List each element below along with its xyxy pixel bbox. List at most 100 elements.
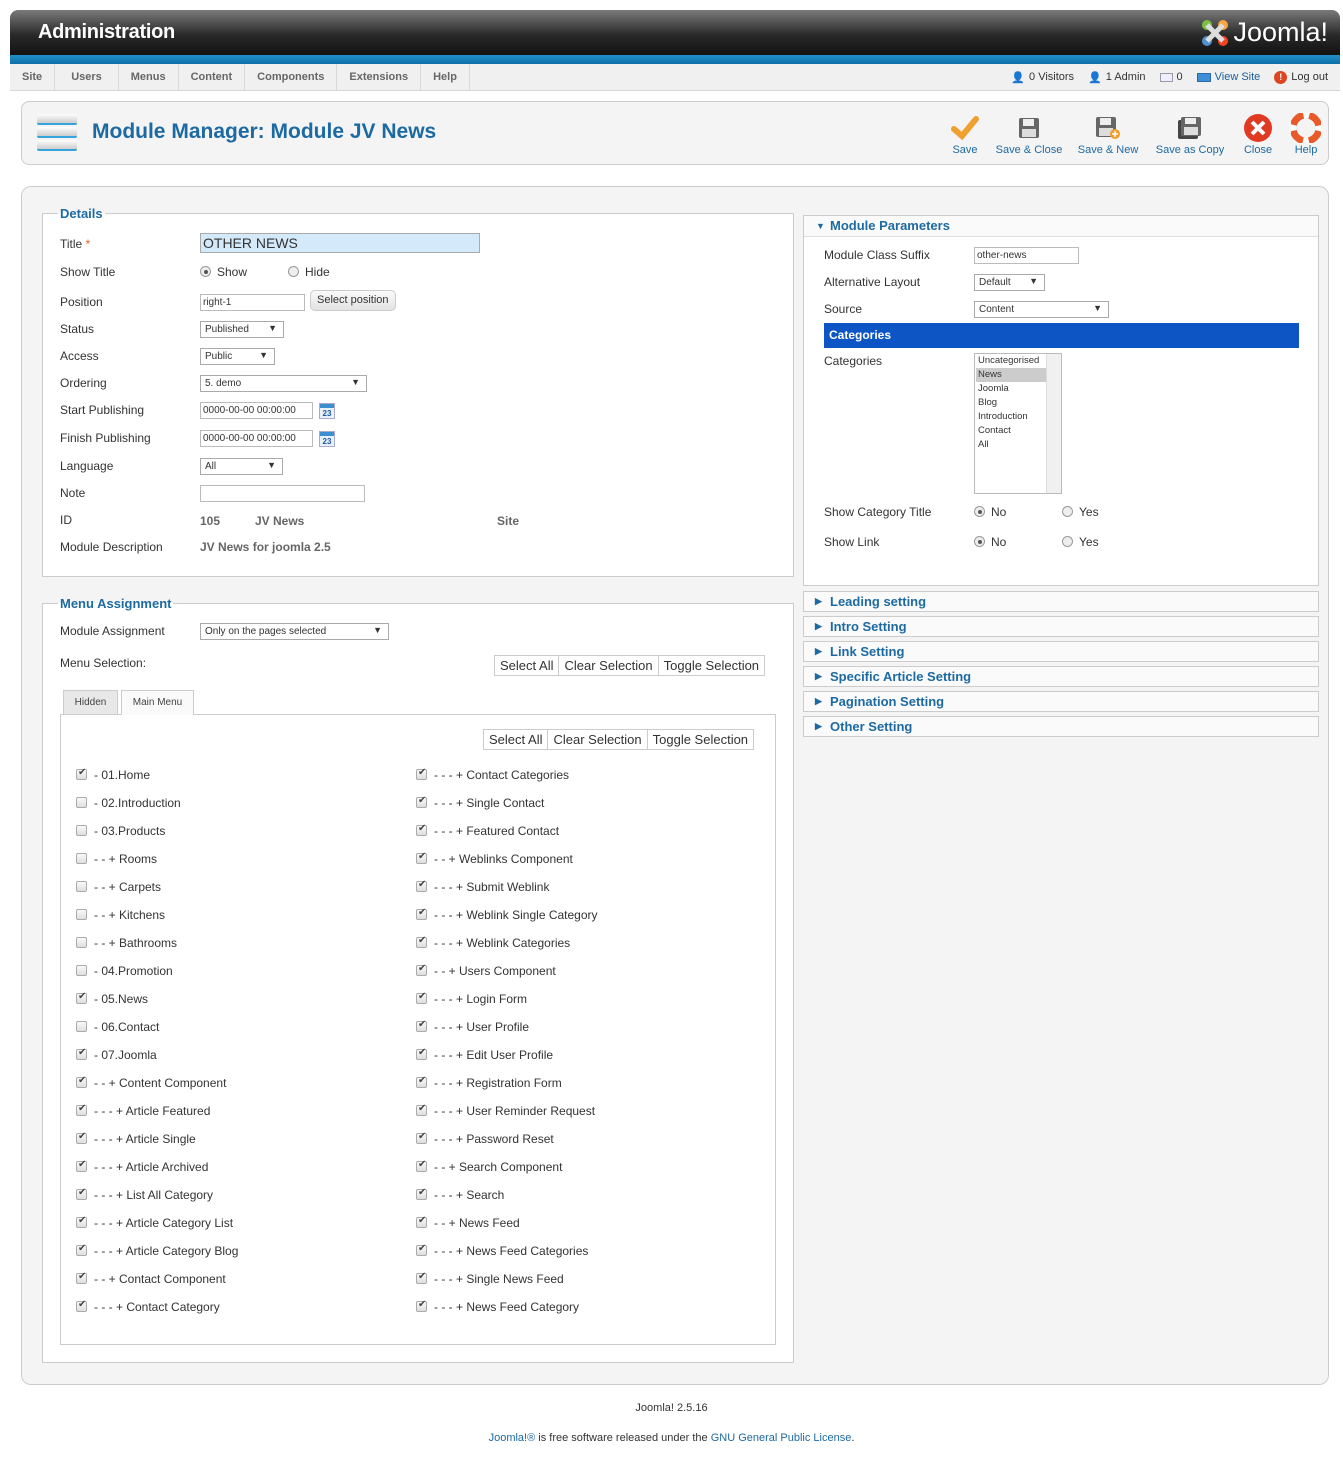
show-link-no-radio[interactable]: No xyxy=(974,535,1006,549)
accordion-leading-setting[interactable]: ▶ Leading setting xyxy=(803,591,1319,612)
menu-item-checkbox[interactable]: - - + Contact Component xyxy=(76,1271,226,1286)
category-option[interactable]: Blog xyxy=(976,396,1047,410)
select-all-button[interactable]: Select All xyxy=(495,656,558,675)
save-button[interactable]: Save xyxy=(947,112,983,156)
checkbox-checked[interactable] xyxy=(416,1131,427,1144)
category-option[interactable]: Introduction xyxy=(976,410,1047,424)
checkbox-checked[interactable] xyxy=(416,1075,427,1088)
checkbox-checked[interactable] xyxy=(76,991,87,1004)
radio-unselected[interactable] xyxy=(1062,536,1073,547)
checkbox-unchecked[interactable] xyxy=(76,881,87,892)
checkbox-checked[interactable] xyxy=(416,1103,427,1116)
note-input[interactable] xyxy=(200,485,365,502)
menu-help[interactable]: Help xyxy=(421,64,470,90)
menu-item-checkbox[interactable]: - - - + Registration Form xyxy=(416,1075,562,1090)
close-button[interactable]: Close xyxy=(1240,112,1276,156)
show-title-show-radio[interactable]: Show xyxy=(200,265,247,279)
checkbox-checked[interactable] xyxy=(76,1243,87,1256)
accordion-specific-article-setting[interactable]: ▶ Specific Article Setting xyxy=(803,666,1319,687)
alternative-layout-select[interactable]: Default ▼ xyxy=(974,274,1045,291)
radio-selected[interactable] xyxy=(200,266,211,277)
menu-content[interactable]: Content xyxy=(179,64,246,90)
menu-item-checkbox[interactable]: - 01.Home xyxy=(76,767,150,782)
checkbox-checked[interactable] xyxy=(76,1075,87,1088)
menu-item-checkbox[interactable]: - - - + Login Form xyxy=(416,991,527,1006)
menu-item-checkbox[interactable]: - 02.Introduction xyxy=(76,796,181,810)
checkbox-checked[interactable] xyxy=(416,1299,427,1312)
menu-item-checkbox[interactable]: - - + Carpets xyxy=(76,880,161,894)
checkbox-checked[interactable] xyxy=(416,991,427,1004)
save-close-button[interactable]: Save & Close xyxy=(994,112,1064,156)
categories-scrollbar[interactable] xyxy=(1046,354,1061,493)
module-parameters-header[interactable]: ▼ Module Parameters xyxy=(804,216,1318,237)
menu-item-checkbox[interactable]: - - + Weblinks Component xyxy=(416,851,573,866)
menu-item-checkbox[interactable]: - - - + Password Reset xyxy=(416,1131,554,1146)
category-option[interactable]: Contact xyxy=(976,424,1047,438)
source-select[interactable]: Content ▼ xyxy=(974,301,1109,318)
menu-item-checkbox[interactable]: - - + News Feed xyxy=(416,1215,520,1230)
checkbox-checked[interactable] xyxy=(76,1159,87,1172)
menu-item-checkbox[interactable]: - - - + News Feed Categories xyxy=(416,1243,588,1258)
checkbox-checked[interactable] xyxy=(416,1187,427,1200)
tab-main-menu[interactable]: Main Menu xyxy=(121,690,194,715)
status-select[interactable]: Published ▼ xyxy=(200,321,284,338)
menu-item-checkbox[interactable]: - - - + Contact Category xyxy=(76,1299,220,1314)
checkbox-checked[interactable] xyxy=(76,1271,87,1284)
menu-item-checkbox[interactable]: - - - + Featured Contact xyxy=(416,823,559,838)
show-category-title-no-radio[interactable]: No xyxy=(974,505,1006,519)
checkbox-checked[interactable] xyxy=(416,1243,427,1256)
select-all-button[interactable]: Select All xyxy=(484,730,547,749)
categories-listbox[interactable]: Uncategorised News Joomla Blog Introduction C… xyxy=(974,353,1062,494)
menu-item-checkbox[interactable]: - 06.Contact xyxy=(76,1020,159,1034)
menu-item-checkbox[interactable]: - - - + Article Category Blog xyxy=(76,1243,238,1258)
toggle-selection-button[interactable]: Toggle Selection xyxy=(657,656,764,675)
view-site-link[interactable]: View Site xyxy=(1196,71,1260,83)
checkbox-checked[interactable] xyxy=(416,1271,427,1284)
menu-menus[interactable]: Menus xyxy=(119,64,179,90)
checkbox-unchecked[interactable] xyxy=(76,853,87,864)
checkbox-unchecked[interactable] xyxy=(76,797,87,808)
menu-item-checkbox[interactable]: - - + Bathrooms xyxy=(76,936,177,950)
radio-unselected[interactable] xyxy=(1062,506,1073,517)
start-publishing-input[interactable]: 0000-00-00 00:00:00 xyxy=(200,402,313,419)
help-button[interactable]: Help xyxy=(1290,112,1322,156)
checkbox-checked[interactable] xyxy=(76,1299,87,1312)
menu-item-checkbox[interactable]: - - + Rooms xyxy=(76,852,157,866)
checkbox-checked[interactable] xyxy=(76,1131,87,1144)
checkbox-unchecked[interactable] xyxy=(76,965,87,976)
menu-item-checkbox[interactable]: - - - + Article Single xyxy=(76,1131,196,1146)
checkbox-checked[interactable] xyxy=(416,795,427,808)
title-input[interactable]: OTHER NEWS xyxy=(200,233,480,253)
clear-selection-button[interactable]: Clear Selection xyxy=(558,656,657,675)
accordion-intro-setting[interactable]: ▶ Intro Setting xyxy=(803,616,1319,637)
radio-selected[interactable] xyxy=(974,536,985,547)
menu-users[interactable]: Users xyxy=(55,64,119,90)
messages-status[interactable]: 0 xyxy=(1159,71,1183,83)
checkbox-unchecked[interactable] xyxy=(76,1021,87,1032)
checkbox-checked[interactable] xyxy=(416,823,427,836)
checkbox-checked[interactable] xyxy=(416,963,427,976)
menu-item-checkbox[interactable]: - - - + Article Featured xyxy=(76,1103,210,1118)
save-new-button[interactable]: Save & New xyxy=(1076,112,1140,156)
checkbox-checked[interactable] xyxy=(416,851,427,864)
category-option[interactable]: All xyxy=(976,438,1047,452)
menu-extensions[interactable]: Extensions xyxy=(337,64,422,90)
accordion-other-setting[interactable]: ▶ Other Setting xyxy=(803,716,1319,737)
position-input[interactable]: right-1 xyxy=(200,294,305,311)
checkbox-checked[interactable] xyxy=(76,1103,87,1116)
ordering-select[interactable]: 5. demo ▼ xyxy=(200,375,367,392)
checkbox-checked[interactable] xyxy=(416,935,427,948)
menu-item-checkbox[interactable]: - - - + Weblink Single Category xyxy=(416,907,598,922)
menu-site[interactable]: Site xyxy=(10,64,56,90)
radio-unselected[interactable] xyxy=(288,266,299,277)
menu-item-checkbox[interactable]: - 05.News xyxy=(76,991,148,1006)
tab-hidden[interactable]: Hidden xyxy=(63,690,118,714)
menu-item-checkbox[interactable]: - - - + User Reminder Request xyxy=(416,1103,595,1118)
checkbox-checked[interactable] xyxy=(416,1159,427,1172)
finish-publishing-input[interactable]: 0000-00-00 00:00:00 xyxy=(200,430,313,447)
checkbox-unchecked[interactable] xyxy=(76,909,87,920)
accordion-link-setting[interactable]: ▶ Link Setting xyxy=(803,641,1319,662)
menu-item-checkbox[interactable]: - 04.Promotion xyxy=(76,964,173,978)
checkbox-checked[interactable] xyxy=(76,1047,87,1060)
menu-item-checkbox[interactable]: - - - + Article Category List xyxy=(76,1215,233,1230)
